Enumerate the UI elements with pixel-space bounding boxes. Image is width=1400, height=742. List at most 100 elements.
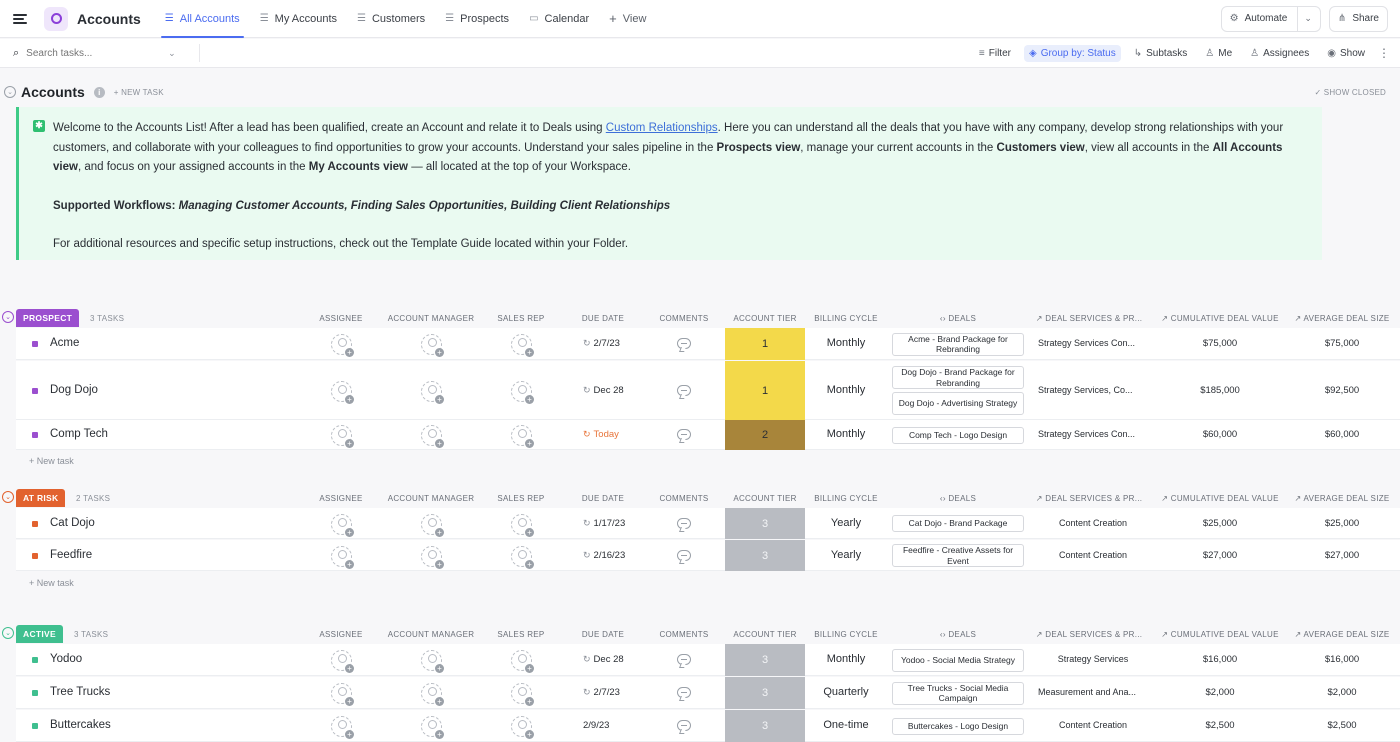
account-manager-avatar[interactable] [421,425,444,448]
assignee-avatar[interactable] [331,545,354,569]
status-badge[interactable]: ACTIVE [16,625,63,643]
sales-rep-avatar[interactable] [511,380,534,404]
assignee-avatar[interactable] [331,683,354,706]
collapse-group-icon[interactable]: ⌄ [2,627,14,639]
space-icon[interactable] [44,6,68,31]
show-closed-button[interactable]: ✓ SHOW CLOSED [1314,88,1386,97]
deal-services[interactable]: Content Creation [1038,518,1148,528]
billing-cycle[interactable]: Monthly [806,653,886,665]
comment-icon[interactable] [677,338,691,349]
column-header-deal-services[interactable]: ↗ DEAL SERVICES & PR... [1029,630,1149,639]
comment-icon[interactable] [677,654,691,665]
collapse-group-icon[interactable]: ⌄ [2,311,14,323]
table-row[interactable]: Comp Tech ↻Today 2Monthly Comp Tech - Logo … [16,420,1400,450]
deal-services[interactable]: Strategy Services Con... [1038,429,1148,439]
status-square-icon[interactable] [32,690,38,696]
status-square-icon[interactable] [32,341,38,347]
account-manager-avatar[interactable] [421,334,444,357]
column-header-deal-services[interactable]: ↗ DEAL SERVICES & PR... [1029,494,1149,503]
table-row[interactable]: Yodoo ↻Dec 28 3Monthly Yodoo - Social Media… [16,644,1400,676]
more-icon[interactable]: ⋮ [1378,46,1390,60]
column-header-cumulative-deal-value[interactable]: ↗ CUMULATIVE DEAL VALUE [1160,630,1280,639]
tab-prospects[interactable]: ☰ Prospects [435,0,519,38]
subtasks-button[interactable]: ↳ Subtasks [1129,45,1193,62]
collapse-group-icon[interactable]: ⌄ [2,491,14,503]
table-row[interactable]: Cat Dojo ↻1/17/23 3Yearly Cat Dojo - Brand … [16,508,1400,539]
billing-cycle[interactable]: Quarterly [806,686,886,698]
due-date[interactable]: ↻ 2/7/23 [583,338,620,349]
status-square-icon[interactable] [32,387,38,394]
billing-cycle[interactable]: Monthly [806,384,886,396]
deal-chip[interactable]: Tree Trucks - Social Media Campaign [892,681,1024,705]
table-row[interactable]: Feedfire ↻2/16/23 3Yearly Feedfire - Creati… [16,540,1400,571]
deal-chip[interactable]: Cat Dojo - Brand Package [892,515,1024,532]
sales-rep-avatar[interactable] [511,683,534,706]
account-tier[interactable]: 2 [725,420,805,450]
collapse-icon[interactable]: ⌄ [4,86,16,98]
new-task-row-button[interactable]: + New task [29,456,74,466]
column-header-deals[interactable]: ‹› DEALS [898,314,1018,323]
tab-calendar[interactable]: ▭ Calendar [519,0,599,38]
task-name[interactable]: Dog Dojo [50,384,98,396]
menu-icon[interactable] [13,13,27,24]
account-manager-avatar[interactable] [421,683,444,706]
deal-services[interactable]: Strategy Services Con... [1038,338,1148,348]
automate-button[interactable]: ⚙ Automate ⌄ [1220,5,1321,32]
billing-cycle[interactable]: Yearly [806,517,886,529]
status-square-icon[interactable] [32,657,38,663]
status-square-icon[interactable] [32,432,38,438]
table-row[interactable]: Acme ↻2/7/23 1Monthly Acme - Brand Package … [16,328,1400,360]
column-header-average-deal-size[interactable]: ↗ AVERAGE DEAL SIZE [1282,630,1400,639]
column-header-billing-cycle[interactable]: BILLING CYCLE [786,630,906,639]
share-button[interactable]: ⋔ Share [1328,5,1388,32]
status-square-icon[interactable] [32,723,38,729]
billing-cycle[interactable]: One-time [806,719,886,731]
assignee-avatar[interactable] [331,425,354,448]
due-date[interactable]: ↻ Dec 28 [583,654,624,665]
deal-chip[interactable]: Dog Dojo - Advertising Strategy [892,392,1024,415]
sales-rep-avatar[interactable] [511,650,534,673]
billing-cycle[interactable]: Yearly [806,549,886,561]
comment-icon[interactable] [677,549,691,561]
task-name[interactable]: Buttercakes [50,719,111,731]
column-header-deals[interactable]: ‹› DEALS [898,494,1018,503]
due-date[interactable]: 2/9/23 [583,720,609,731]
account-tier[interactable]: 3 [725,644,805,676]
group-by-button[interactable]: ◈ Group by: Status [1023,44,1121,62]
assignee-avatar[interactable] [331,716,354,739]
deal-chip[interactable]: Buttercakes - Logo Design [892,717,1024,735]
custom-relationships-link[interactable]: Custom Relationships [606,122,718,134]
table-row[interactable]: Tree Trucks ↻2/7/23 3Quarterly Tree Trucks … [16,677,1400,709]
task-name[interactable]: Feedfire [50,549,92,561]
column-header-billing-cycle[interactable]: BILLING CYCLE [786,494,906,503]
deal-chip[interactable]: Dog Dojo - Brand Package for Rebranding [892,366,1024,389]
billing-cycle[interactable]: Monthly [806,428,886,440]
assignees-button[interactable]: ♙ Assignees [1245,45,1314,62]
info-icon[interactable]: i [93,86,105,98]
task-name[interactable]: Tree Trucks [50,686,110,698]
deal-services[interactable]: Content Creation [1038,550,1148,560]
status-square-icon[interactable] [32,552,38,559]
tab-my-accounts[interactable]: ☰ My Accounts [250,0,347,38]
billing-cycle[interactable]: Monthly [806,337,886,349]
assignee-avatar[interactable] [331,380,354,404]
assignee-avatar[interactable] [331,513,354,537]
tab-all-accounts[interactable]: ☰ All Accounts [155,0,250,38]
chevron-down-icon[interactable]: ⌄ [168,48,176,59]
column-header-cumulative-deal-value[interactable]: ↗ CUMULATIVE DEAL VALUE [1160,314,1280,323]
due-date[interactable]: ↻ 2/16/23 [583,550,625,561]
add-view-button[interactable]: + View [599,0,656,38]
column-header-average-deal-size[interactable]: ↗ AVERAGE DEAL SIZE [1282,314,1400,323]
new-task-button[interactable]: + NEW TASK [114,88,164,97]
new-task-row-button[interactable]: + New task [29,578,74,588]
due-date[interactable]: ↻ Today [583,429,619,440]
due-date[interactable]: ↻ 1/17/23 [583,518,625,529]
status-badge[interactable]: PROSPECT [16,309,80,327]
sales-rep-avatar[interactable] [511,334,534,357]
deal-services[interactable]: Content Creation [1038,720,1148,730]
sales-rep-avatar[interactable] [511,425,534,448]
column-header-cumulative-deal-value[interactable]: ↗ CUMULATIVE DEAL VALUE [1160,494,1280,503]
status-square-icon[interactable] [32,520,38,527]
account-manager-avatar[interactable] [421,650,444,673]
column-header-billing-cycle[interactable]: BILLING CYCLE [786,314,906,323]
